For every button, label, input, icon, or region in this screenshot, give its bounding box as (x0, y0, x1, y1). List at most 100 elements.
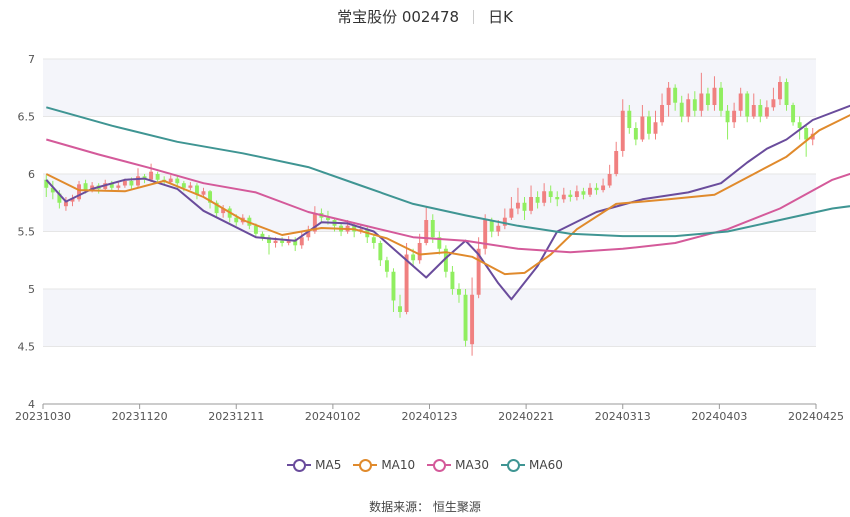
candle-body (574, 191, 579, 197)
candle-body (175, 178, 180, 184)
candle-body (122, 180, 127, 186)
candle-body (660, 105, 665, 123)
legend-marker-icon (353, 459, 378, 472)
candle-body (778, 82, 782, 100)
x-tick-label: 20240102 (305, 410, 361, 423)
legend-marker-icon (501, 459, 526, 472)
candle-body (253, 225, 258, 234)
candle-body (457, 289, 461, 295)
candle-body (640, 116, 645, 140)
candle-body (542, 191, 547, 203)
candle-body (699, 93, 704, 111)
y-tick-label: 7 (28, 53, 35, 66)
legend-item-ma60[interactable]: MA60 (501, 458, 563, 472)
candle-body (764, 107, 769, 117)
candle-body (181, 183, 186, 188)
candle-body (751, 105, 756, 117)
legend-label: MA5 (315, 458, 342, 472)
candle-body (535, 197, 540, 203)
legend-item-ma5[interactable]: MA5 (287, 458, 341, 472)
candle-body (732, 110, 737, 123)
candle-body (719, 87, 723, 111)
candle-body (784, 82, 789, 105)
candle-body (234, 217, 239, 223)
candle-body (594, 187, 599, 191)
candle-body (470, 294, 475, 345)
candle-body (758, 105, 763, 117)
candle-body (804, 128, 809, 140)
x-tick-label: 20240313 (595, 410, 651, 423)
legend-item-ma10[interactable]: MA10 (353, 458, 415, 472)
candle-body (581, 191, 586, 195)
candle-body (679, 102, 684, 117)
y-tick-label: 6.5 (18, 111, 36, 124)
legend-label: MA60 (529, 458, 563, 472)
candle-body (77, 184, 81, 200)
candle-body (561, 194, 566, 200)
candle-body (588, 187, 592, 195)
candle-body (398, 306, 402, 312)
candle-body (463, 294, 468, 341)
x-tick-label: 20240221 (498, 410, 554, 423)
candle-body (712, 87, 717, 105)
legend-label: MA10 (381, 458, 416, 472)
candle-body (273, 240, 278, 243)
y-tick-label: 5.5 (18, 226, 36, 239)
candle-body (555, 197, 560, 200)
x-tick-label: 20240425 (788, 410, 844, 423)
candle-body (424, 220, 429, 243)
legend-marker-icon (427, 459, 452, 472)
candle-body (116, 185, 121, 188)
legend-item-ma30[interactable]: MA30 (427, 458, 489, 472)
candle-body (430, 220, 435, 238)
x-tick-label: 20240403 (691, 410, 747, 423)
candle-body (404, 254, 409, 312)
candle-body (391, 271, 396, 301)
candle-body (168, 178, 173, 183)
candle-body (515, 202, 520, 209)
candle-body (614, 151, 619, 174)
candle-body (149, 171, 154, 180)
legend-marker-icon (287, 459, 312, 472)
x-tick-label: 20231211 (208, 410, 264, 423)
candle-body (791, 105, 796, 123)
candle-body (725, 110, 730, 123)
candle-body (666, 87, 671, 105)
candle-body (548, 191, 553, 197)
candlestick-chart: 44.555.566.5720231030 20231120 20231211 202… (15, 53, 850, 423)
y-tick-label: 5 (28, 283, 35, 296)
candle-body (201, 191, 206, 195)
candle-body (627, 110, 632, 128)
candle-body (411, 254, 416, 261)
candle-body (509, 208, 514, 218)
candle-body (771, 99, 776, 108)
candle-body (686, 99, 691, 117)
candle-body (450, 271, 455, 289)
candle-body (155, 174, 160, 180)
candle-body (745, 93, 750, 117)
candle-body (601, 185, 606, 191)
candle-body (502, 217, 507, 226)
x-tick-label: 20231120 (112, 410, 168, 423)
candle-body (633, 128, 638, 140)
candle-body (568, 194, 573, 197)
candle-body (83, 183, 88, 191)
candle-body (417, 243, 422, 261)
candle-body (136, 176, 140, 186)
candle-body (673, 87, 678, 103)
candle-body (692, 99, 697, 111)
x-tick-label: 20240123 (402, 410, 458, 423)
y-tick-label: 6 (28, 168, 35, 181)
candle-body (280, 240, 285, 243)
candle-body (653, 122, 658, 134)
grid-band (43, 289, 816, 347)
candle-body (797, 122, 802, 128)
candle-body (529, 197, 534, 211)
candle-body (620, 110, 625, 151)
source-label: 数据来源： (369, 500, 430, 514)
data-source: 数据来源： 恒生聚源 (0, 498, 850, 515)
candle-body (299, 237, 304, 246)
candle-body (607, 174, 612, 186)
x-tick-label: 20231030 (15, 410, 71, 423)
candle-body (378, 243, 383, 261)
